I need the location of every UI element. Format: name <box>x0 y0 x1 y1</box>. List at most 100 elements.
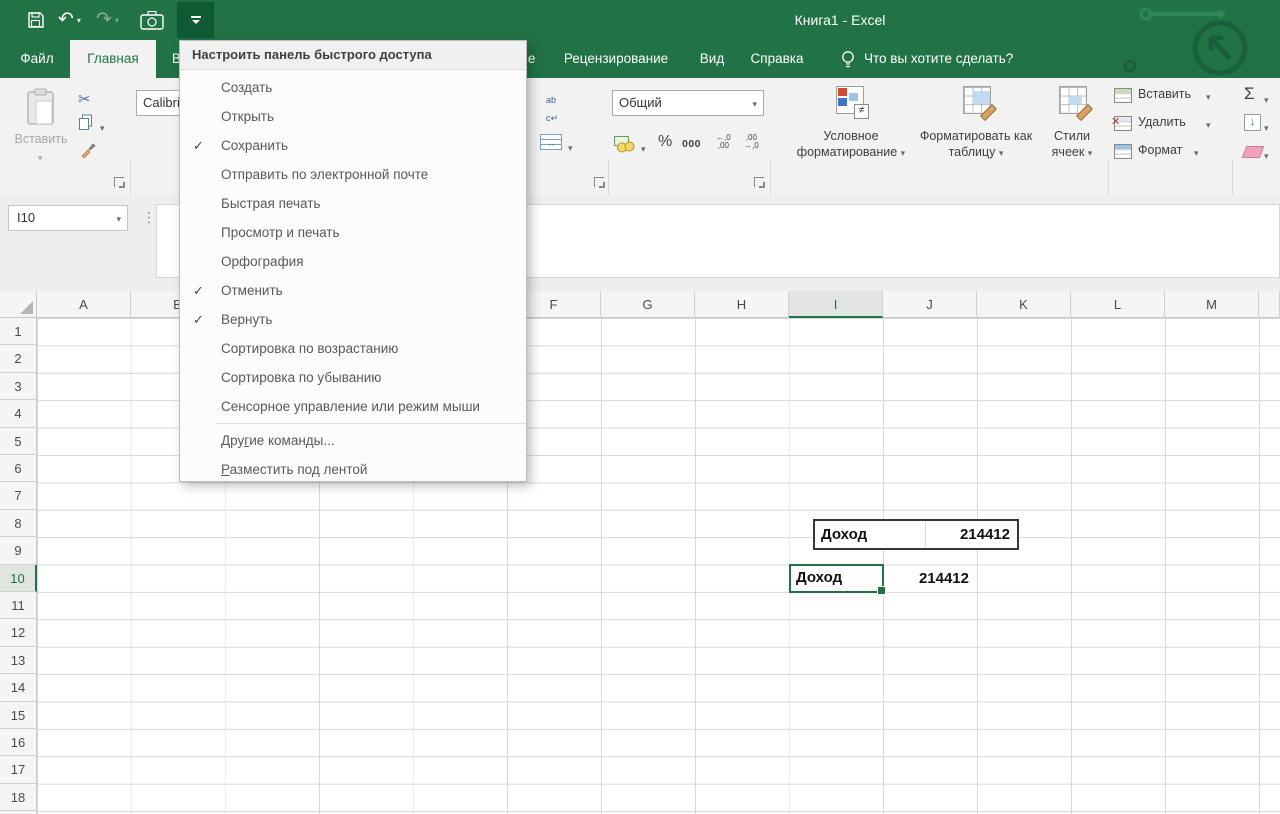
accounting-dropdown-icon[interactable] <box>641 139 646 157</box>
menu-item-quick-print[interactable]: Быстрая печать <box>180 189 526 218</box>
menu-item-new[interactable]: Создать <box>180 73 526 102</box>
tell-me-search[interactable]: Что вы хотите сделать? <box>864 40 1013 78</box>
column-header-H[interactable]: H <box>695 291 789 318</box>
cell-styles-button[interactable]: Стили ячеек <box>1040 82 1104 188</box>
autosum-dropdown-icon[interactable] <box>1264 90 1269 108</box>
row-header-4[interactable]: 4 <box>0 400 37 427</box>
fill-dropdown-icon[interactable] <box>1264 118 1269 136</box>
delete-cells-icon: ✕ <box>1114 116 1132 131</box>
comma-style-button[interactable]: 000 <box>682 138 701 150</box>
row-header-11[interactable]: 11 <box>0 592 37 619</box>
undo-button[interactable]: ↶ ▾ <box>58 6 81 34</box>
merge-center-dropdown-icon[interactable] <box>568 138 573 156</box>
tab-review[interactable]: Рецензирование <box>552 40 680 78</box>
row-header-15[interactable]: 15 <box>0 702 37 729</box>
menu-item-open[interactable]: Открыть <box>180 102 526 131</box>
name-box[interactable]: I10 <box>8 205 128 231</box>
menu-item-save[interactable]: Сохранить <box>180 131 526 160</box>
name-box-dropdown-icon[interactable] <box>116 206 121 231</box>
tab-home[interactable]: Главная <box>70 40 156 78</box>
undo-dropdown-icon[interactable]: ▾ <box>77 16 81 25</box>
menu-item-label: Сохранить <box>221 138 288 153</box>
row-header-16[interactable]: 16 <box>0 729 37 756</box>
tab-file[interactable]: Файл <box>8 40 66 78</box>
menu-item-sort-descending[interactable]: Сортировка по убыванию <box>180 363 526 392</box>
row-header-13[interactable]: 13 <box>0 647 37 674</box>
customize-quick-access-toolbar-button[interactable] <box>177 2 214 38</box>
number-format-dropdown-icon[interactable] <box>752 91 757 116</box>
paste-dropdown-icon[interactable] <box>38 148 43 166</box>
column-header-L[interactable]: L <box>1071 291 1165 318</box>
row-header-18[interactable]: 18 <box>0 784 37 811</box>
menu-item-sort-ascending[interactable]: Сортировка по возрастанию <box>180 334 526 363</box>
column-header-G[interactable]: G <box>601 291 695 318</box>
merge-center-button[interactable]: ↔ <box>540 134 562 155</box>
menu-item-label: Быстрая печать <box>221 196 320 211</box>
row-header-2[interactable]: 2 <box>0 345 37 372</box>
redo-dropdown-icon[interactable]: ▾ <box>115 16 119 25</box>
format-dropdown-icon <box>1194 143 1199 161</box>
clear-button[interactable] <box>1242 146 1265 158</box>
insert-cells-button[interactable]: Вставить <box>1112 86 1224 106</box>
menu-item-more-commands[interactable]: Другие команды... <box>180 426 526 455</box>
linked-picture-object[interactable]: Доход 214412 <box>813 519 1019 550</box>
column-header-K[interactable]: K <box>977 291 1071 318</box>
conditional-formatting-button[interactable]: ≠ Условное форматирование <box>792 82 910 188</box>
paste-button[interactable]: Вставить <box>10 84 72 168</box>
row-header-8[interactable]: 8 <box>0 510 37 537</box>
row-header-3[interactable]: 3 <box>0 373 37 400</box>
row-header-14[interactable]: 14 <box>0 674 37 701</box>
format-as-table-button[interactable]: Форматировать как таблицу <box>914 82 1038 188</box>
tab-view[interactable]: Вид <box>688 40 736 78</box>
save-button[interactable] <box>27 6 45 34</box>
menu-item-show-below-ribbon[interactable]: Разместить под лентой <box>180 455 526 484</box>
accounting-format-button[interactable] <box>614 134 637 158</box>
row-header-9[interactable]: 9 <box>0 537 37 564</box>
copy-button[interactable] <box>78 114 94 136</box>
wrap-text-button[interactable] <box>546 90 558 126</box>
menu-item-email[interactable]: Отправить по электронной почте <box>180 160 526 189</box>
fill-handle[interactable] <box>877 586 886 595</box>
menu-item-spelling[interactable]: Орфография <box>180 247 526 276</box>
decrease-decimal-button[interactable] <box>744 134 759 150</box>
qat-menu-header: Настроить панель быстрого доступа <box>180 41 526 70</box>
row-header-17[interactable]: 17 <box>0 756 37 783</box>
format-painter-button[interactable] <box>80 142 96 163</box>
camera-button[interactable] <box>140 6 164 34</box>
column-header-A[interactable]: A <box>37 291 131 318</box>
row-header-6[interactable]: 6 <box>0 455 37 482</box>
percent-style-button[interactable]: % <box>658 133 672 151</box>
menu-item-print-preview[interactable]: Просмотр и печать <box>180 218 526 247</box>
format-cells-button[interactable]: Формат <box>1112 142 1224 162</box>
column-header-J[interactable]: J <box>883 291 977 318</box>
row-header-1[interactable]: 1 <box>0 318 37 345</box>
column-header-I[interactable]: I <box>789 291 883 318</box>
conditional-formatting-label: Условное форматирование <box>797 129 897 159</box>
insert-cells-label: Вставить <box>1138 87 1191 101</box>
menu-item-touch-mouse-mode[interactable]: Сенсорное управление или режим мыши <box>180 392 526 421</box>
row-header-5[interactable]: 5 <box>0 428 37 455</box>
clear-dropdown-icon[interactable] <box>1264 146 1269 164</box>
number-dialog-launcher-icon[interactable] <box>754 177 764 187</box>
column-header-partial[interactable] <box>1259 291 1280 318</box>
row-header-12[interactable]: 12 <box>0 619 37 646</box>
select-all-button[interactable] <box>0 291 37 318</box>
number-format-combobox[interactable]: Общий <box>612 90 764 116</box>
alignment-dialog-launcher-icon[interactable] <box>594 177 604 187</box>
redo-button[interactable]: ↷ ▾ <box>96 6 119 34</box>
increase-decimal-button[interactable] <box>716 134 731 150</box>
menu-item-redo[interactable]: Вернуть <box>180 305 526 334</box>
column-header-M[interactable]: M <box>1165 291 1259 318</box>
tab-help[interactable]: Справка <box>740 40 814 78</box>
cell-J10[interactable]: 214412 <box>883 565 969 592</box>
row-header-7[interactable]: 7 <box>0 482 37 509</box>
selected-cell-I10[interactable]: Доход <box>789 564 884 593</box>
clipboard-dialog-launcher-icon[interactable] <box>114 177 124 187</box>
menu-item-undo[interactable]: Отменить <box>180 276 526 305</box>
delete-cells-button[interactable]: ✕ Удалить <box>1112 114 1224 134</box>
cut-button[interactable]: ✂ <box>78 90 91 108</box>
copy-dropdown-icon[interactable] <box>100 118 105 136</box>
autosum-button[interactable]: Σ <box>1244 84 1255 104</box>
row-header-10[interactable]: 10 <box>0 565 37 592</box>
fill-button[interactable]: ↓ <box>1244 114 1261 131</box>
